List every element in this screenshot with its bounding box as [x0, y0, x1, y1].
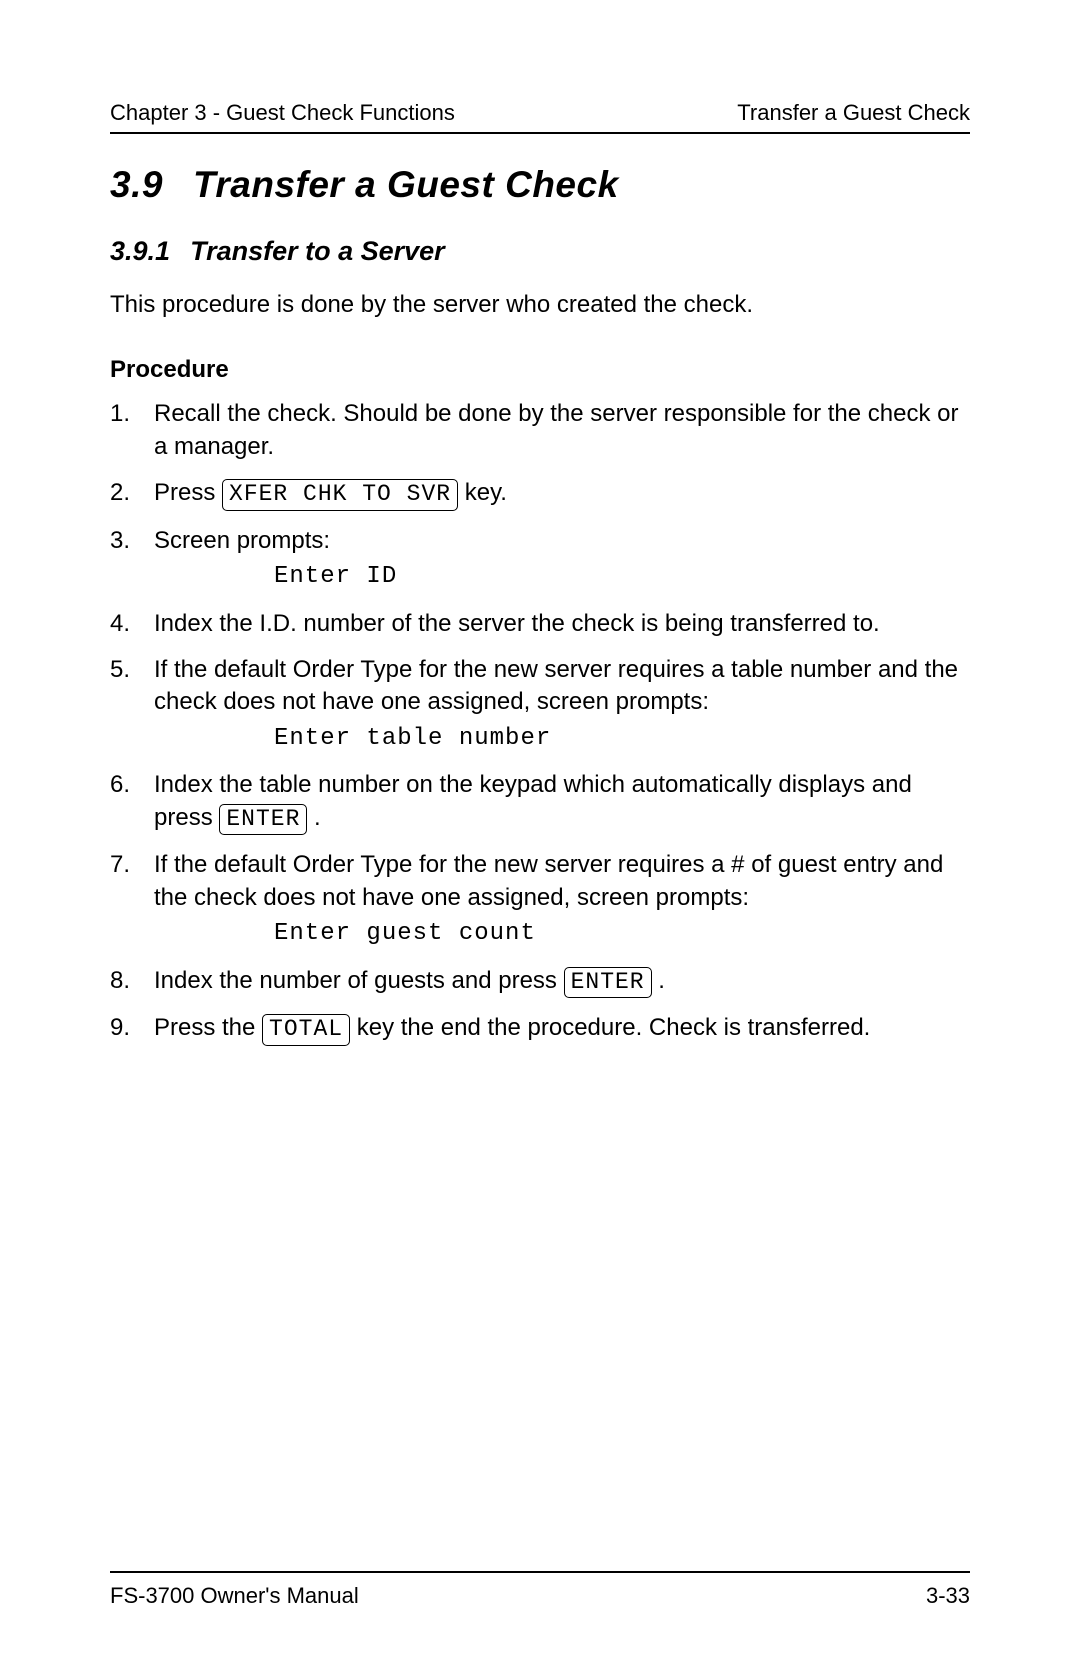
step-5-text: If the default Order Type for the new se…	[154, 656, 958, 715]
header-right: Transfer a Guest Check	[737, 100, 970, 126]
step-7: If the default Order Type for the new se…	[110, 849, 970, 950]
step-9-text-b: key the end the procedure. Check is tran…	[350, 1014, 870, 1041]
step-8-text-b: .	[652, 967, 665, 994]
step-2-text-a: Press	[154, 479, 222, 506]
section-number: 3.9	[110, 164, 163, 206]
keycap-enter-1: ENTER	[219, 804, 307, 836]
keycap-total: TOTAL	[262, 1014, 350, 1046]
keycap-xfer-chk-to-svr: XFER CHK TO SVR	[222, 479, 458, 511]
step-3-prompt: Enter ID	[274, 561, 970, 593]
section-title: 3.9 Transfer a Guest Check	[110, 164, 970, 206]
subsection-title-text: Transfer to a Server	[190, 236, 445, 266]
step-4-text: Index the I.D. number of the server the …	[154, 610, 880, 637]
keycap-enter-2: ENTER	[564, 967, 652, 999]
subsection-title: 3.9.1 Transfer to a Server	[110, 236, 970, 267]
step-8-text-a: Index the number of guests and press	[154, 967, 564, 994]
step-3: Screen prompts: Enter ID	[110, 525, 970, 594]
step-1-text: Recall the check. Should be done by the …	[154, 400, 958, 459]
step-2: Press XFER CHK TO SVR key.	[110, 477, 970, 511]
step-1: Recall the check. Should be done by the …	[110, 398, 970, 463]
step-5-prompt: Enter table number	[274, 723, 970, 755]
step-6: Index the table number on the keypad whi…	[110, 769, 970, 835]
subsection-number: 3.9.1	[110, 236, 170, 267]
footer-left: FS-3700 Owner's Manual	[110, 1583, 359, 1609]
header-left: Chapter 3 - Guest Check Functions	[110, 100, 455, 126]
step-9: Press the TOTAL key the end the procedur…	[110, 1012, 970, 1046]
intro-paragraph: This procedure is done by the server who…	[110, 289, 970, 321]
step-7-text: If the default Order Type for the new se…	[154, 851, 943, 910]
step-8: Index the number of guests and press ENT…	[110, 965, 970, 999]
procedure-list: Recall the check. Should be done by the …	[110, 398, 970, 1060]
step-4: Index the I.D. number of the server the …	[110, 608, 970, 640]
step-9-text-a: Press the	[154, 1014, 262, 1041]
section-title-text: Transfer a Guest Check	[193, 164, 619, 205]
page-header: Chapter 3 - Guest Check Functions Transf…	[110, 100, 970, 134]
step-2-text-b: key.	[458, 479, 507, 506]
page-footer: FS-3700 Owner's Manual 3-33	[110, 1571, 970, 1609]
step-7-prompt: Enter guest count	[274, 918, 970, 950]
step-3-text: Screen prompts:	[154, 527, 330, 554]
footer-right: 3-33	[926, 1583, 970, 1609]
step-5: If the default Order Type for the new se…	[110, 654, 970, 755]
page: Chapter 3 - Guest Check Functions Transf…	[0, 0, 1080, 1669]
step-6-text-b: .	[307, 804, 320, 831]
procedure-heading: Procedure	[110, 356, 970, 384]
